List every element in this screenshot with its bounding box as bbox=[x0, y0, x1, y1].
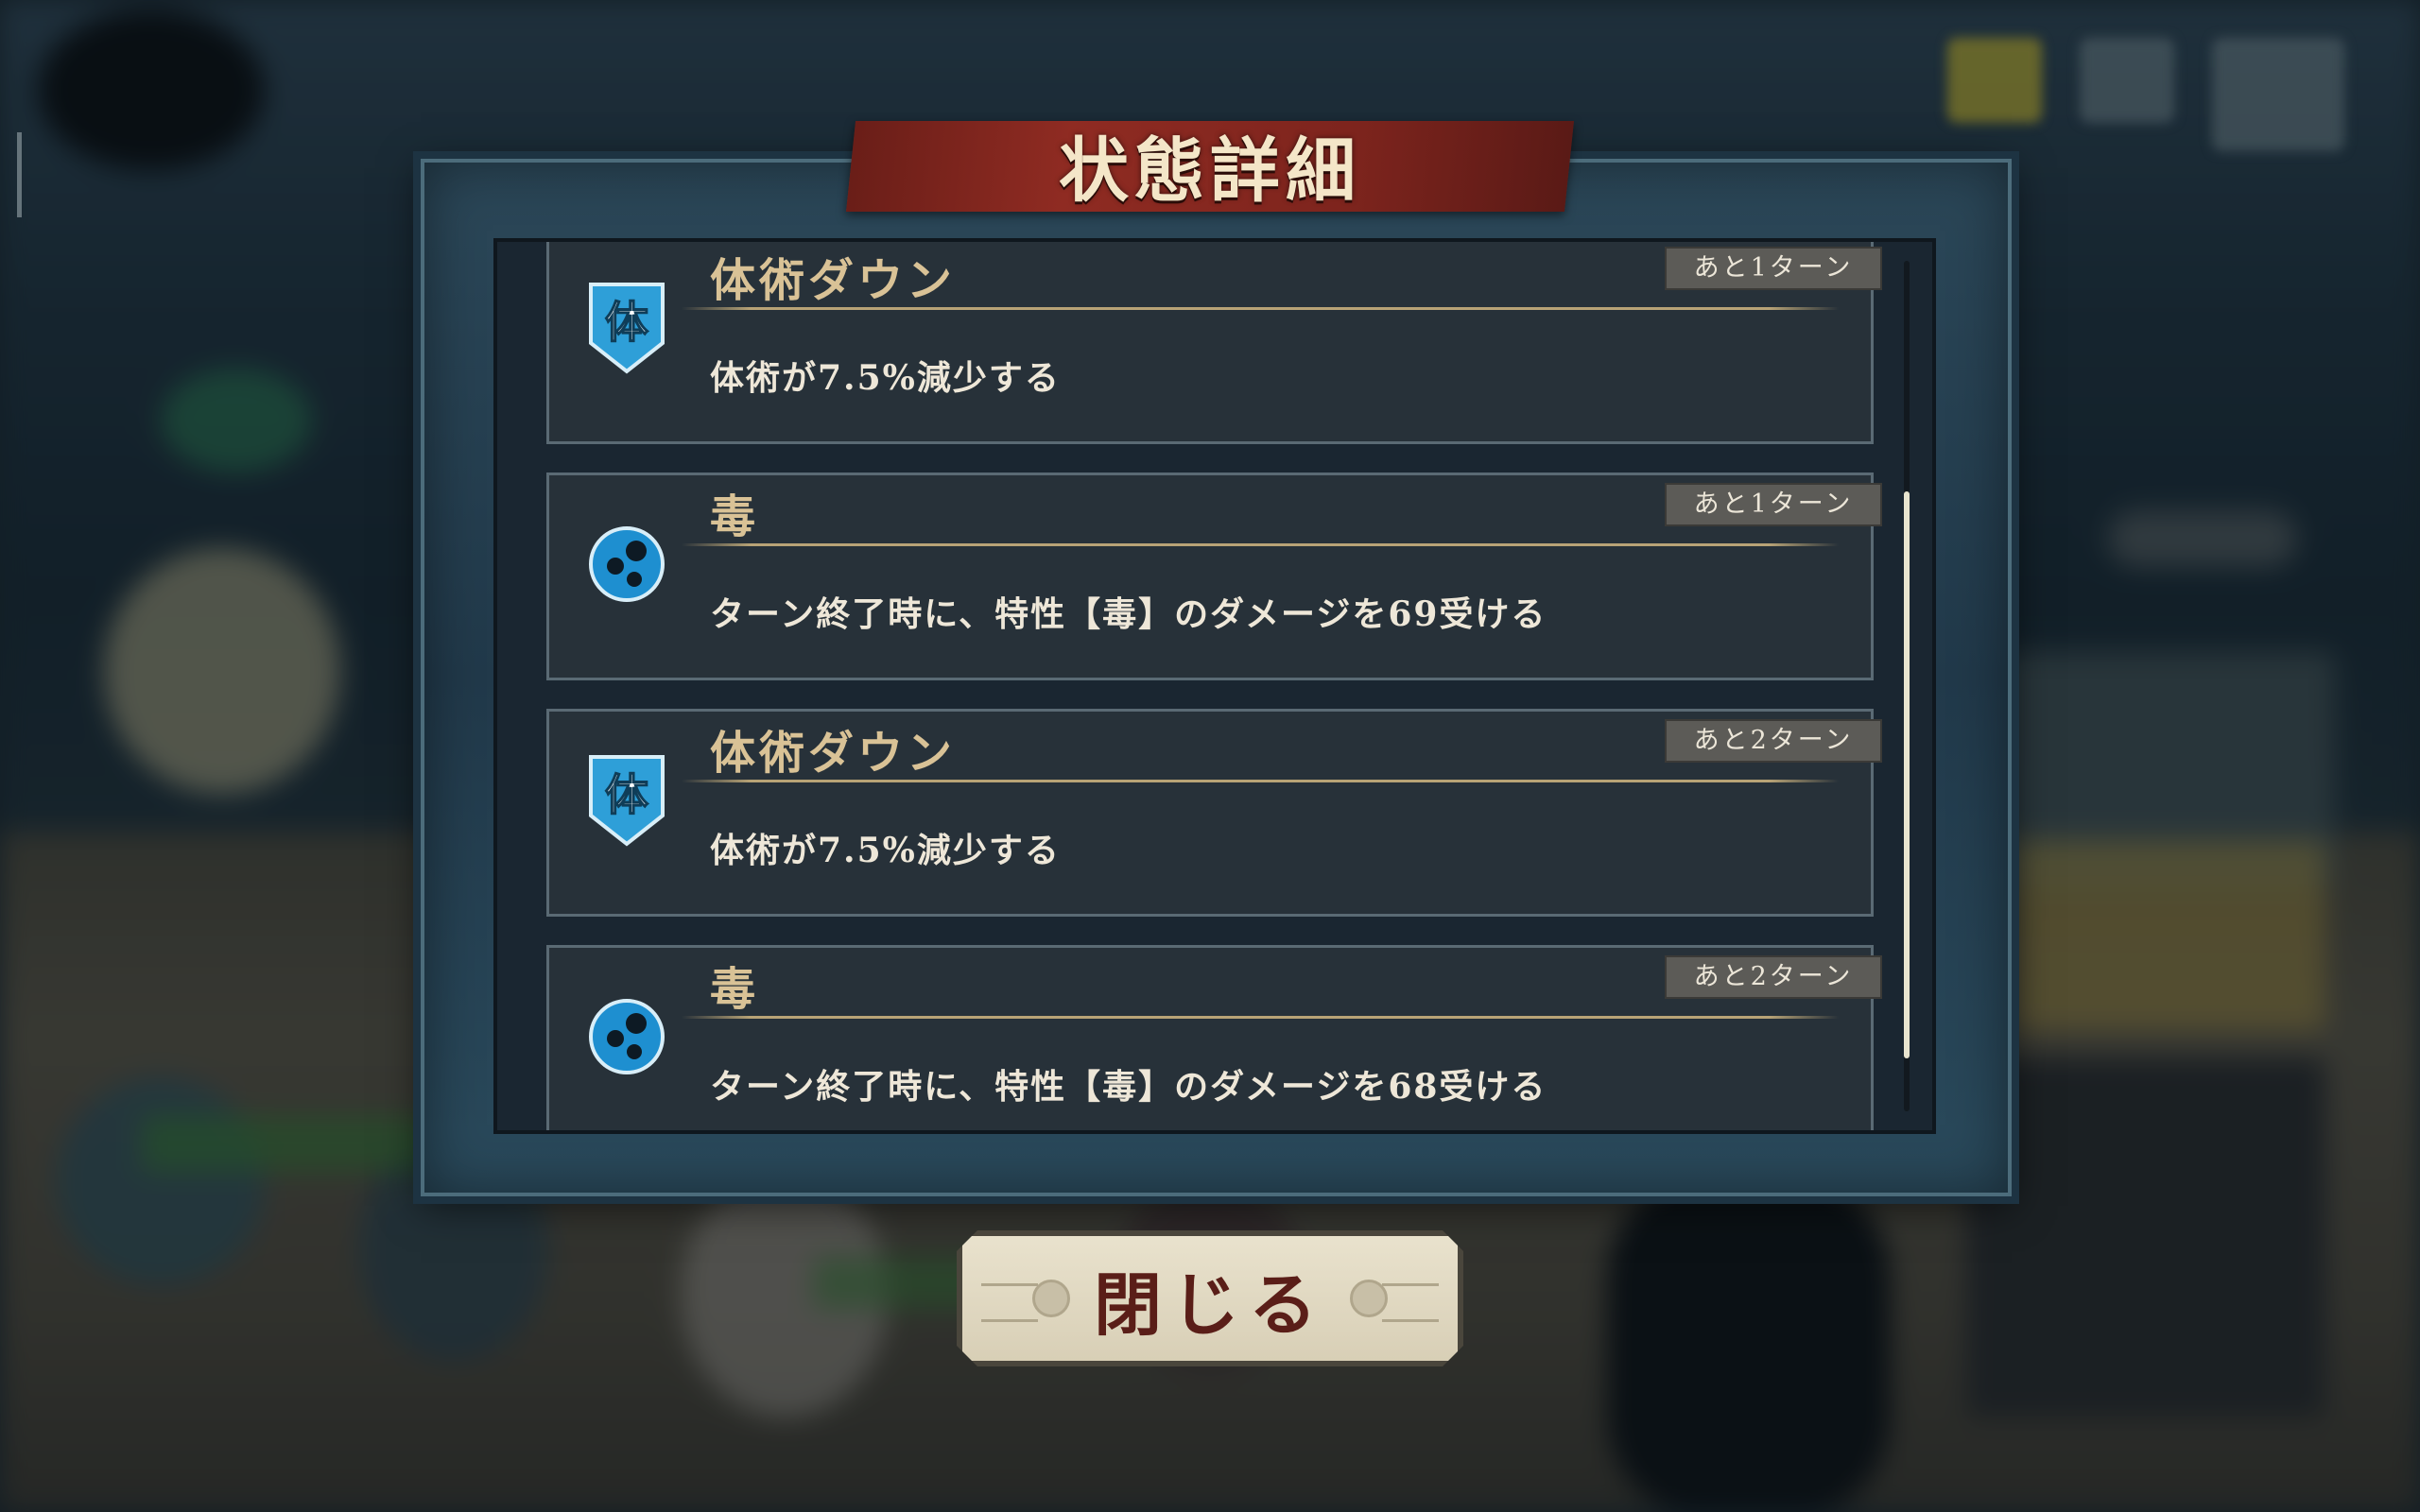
turns-remaining-badge: あと2ターン bbox=[1665, 719, 1882, 763]
hud-speed-button bbox=[2080, 38, 2174, 123]
scrollbar-thumb[interactable] bbox=[1904, 491, 1910, 1058]
status-name: 体術ダウン bbox=[710, 727, 957, 780]
status-name: 体術ダウン bbox=[710, 254, 957, 307]
status-description: ターン終了時に、特性【毒】のダメージを69受ける bbox=[710, 594, 1547, 634]
hud-auto-button bbox=[1947, 38, 2042, 123]
poison-icon bbox=[589, 999, 665, 1074]
scrollbar-track[interactable] bbox=[1904, 261, 1910, 1111]
hud-edge-bar bbox=[17, 132, 22, 217]
turns-remaining-badge: あと2ターン bbox=[1665, 955, 1882, 999]
status-name: 毒 bbox=[710, 963, 760, 1016]
status-description: ターン終了時に、特性【毒】のダメージを68受ける bbox=[710, 1067, 1547, 1107]
turns-remaining-badge: あと1ターン bbox=[1665, 247, 1882, 290]
status-description: 体術が7.5%減少する bbox=[710, 358, 1061, 398]
status-description: 体術が7.5%減少する bbox=[710, 831, 1061, 870]
divider bbox=[682, 307, 1839, 310]
divider bbox=[682, 543, 1839, 546]
status-card-poison-1: 毒 あと1ターン ターン終了時に、特性【毒】のダメージを69受ける bbox=[546, 472, 1882, 680]
dialog-title: 状態詳細 bbox=[1059, 129, 1361, 212]
turns-remaining-badge: あと1ターン bbox=[1665, 483, 1882, 526]
svg-text:体: 体 bbox=[605, 769, 648, 820]
close-button-label: 閉じる bbox=[1093, 1263, 1326, 1345]
status-card-taijutsu-down-2: 体 体術ダウン あと2ターン 体術が7.5%減少する bbox=[546, 709, 1882, 917]
close-button[interactable]: 閉じる bbox=[957, 1230, 1463, 1366]
status-name: 毒 bbox=[710, 490, 760, 543]
divider bbox=[682, 1016, 1839, 1019]
poison-icon bbox=[589, 526, 665, 602]
taijutsu-shield-icon: 体 bbox=[589, 283, 665, 374]
svg-text:体: 体 bbox=[605, 297, 648, 348]
status-card-poison-2: 毒 あと2ターン ターン終了時に、特性【毒】のダメージを68受ける bbox=[546, 945, 1882, 1130]
status-card-taijutsu-down-1: 体 体術ダウン あと1ターン 体術が7.5%減少する bbox=[546, 242, 1882, 444]
taijutsu-shield-icon: 体 bbox=[589, 755, 665, 847]
hud-menu-button bbox=[2212, 38, 2344, 151]
status-list-panel[interactable]: 体 体術ダウン あと1ターン 体術が7.5%減少する 毒 あと1ターン ターン終… bbox=[493, 238, 1936, 1134]
divider bbox=[682, 780, 1839, 782]
